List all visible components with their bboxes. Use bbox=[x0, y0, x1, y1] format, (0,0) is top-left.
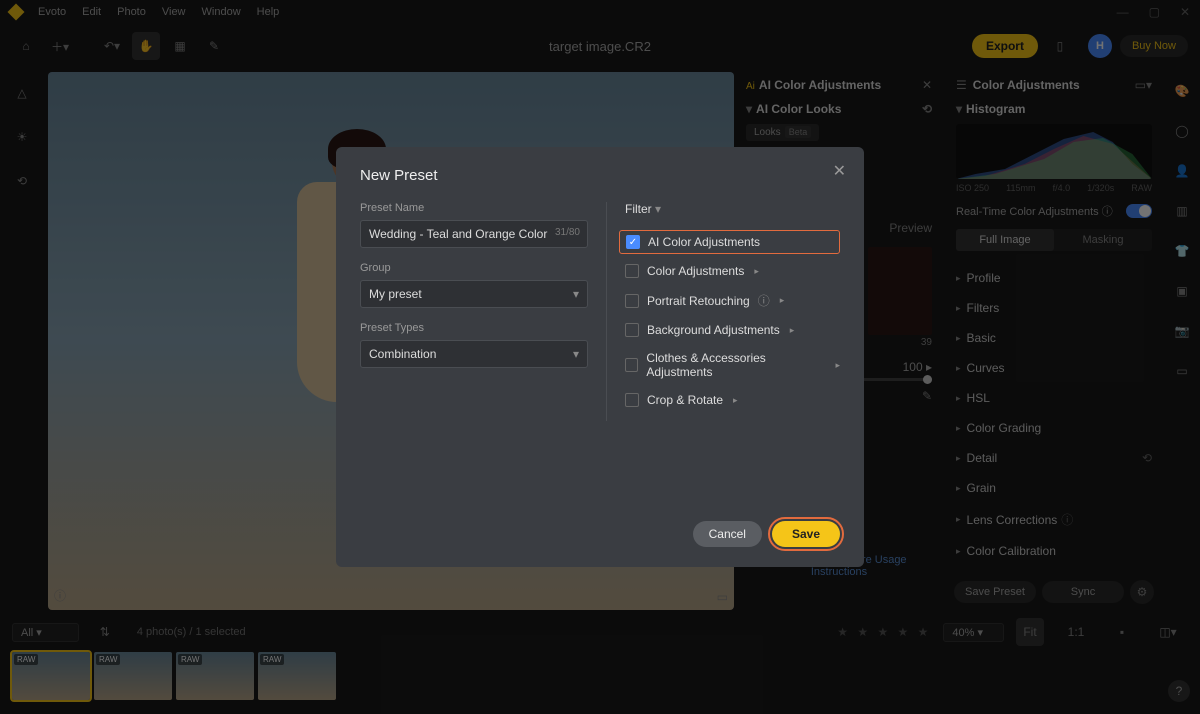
modal-close-icon[interactable]: ✕ bbox=[833, 161, 846, 181]
char-count: 31/80 bbox=[555, 227, 580, 238]
preset-types-label: Preset Types bbox=[360, 322, 588, 334]
check-clothes[interactable]: Clothes & Accessories Adjustments▸ bbox=[625, 351, 840, 379]
preset-types-select[interactable]: Combination▾ bbox=[360, 340, 588, 368]
group-select[interactable]: My preset▾ bbox=[360, 280, 588, 308]
modal-overlay: New Preset ✕ Preset Name 31/80 Group My … bbox=[0, 0, 1200, 714]
filter-header[interactable]: Filter ▾ bbox=[625, 202, 840, 216]
save-button[interactable]: Save bbox=[772, 521, 840, 547]
check-portrait[interactable]: Portrait Retouching ⓘ▸ bbox=[625, 292, 840, 309]
cancel-button[interactable]: Cancel bbox=[693, 521, 762, 547]
checkbox-icon bbox=[625, 264, 639, 278]
checkbox-icon bbox=[625, 323, 639, 337]
check-crop-rotate[interactable]: Crop & Rotate▸ bbox=[625, 393, 840, 407]
group-label: Group bbox=[360, 262, 588, 274]
checkbox-icon bbox=[625, 393, 639, 407]
preset-name-input[interactable] bbox=[360, 220, 588, 248]
modal-title: New Preset bbox=[360, 167, 840, 184]
check-color-adjustments[interactable]: Color Adjustments▸ bbox=[625, 264, 840, 278]
checkbox-checked-icon: ✓ bbox=[626, 235, 640, 249]
checkbox-icon bbox=[625, 358, 638, 372]
preset-name-label: Preset Name bbox=[360, 202, 588, 214]
check-background[interactable]: Background Adjustments▸ bbox=[625, 323, 840, 337]
checkbox-icon bbox=[625, 294, 639, 308]
new-preset-modal: New Preset ✕ Preset Name 31/80 Group My … bbox=[336, 147, 864, 567]
check-ai-color[interactable]: ✓ AI Color Adjustments bbox=[619, 230, 840, 254]
